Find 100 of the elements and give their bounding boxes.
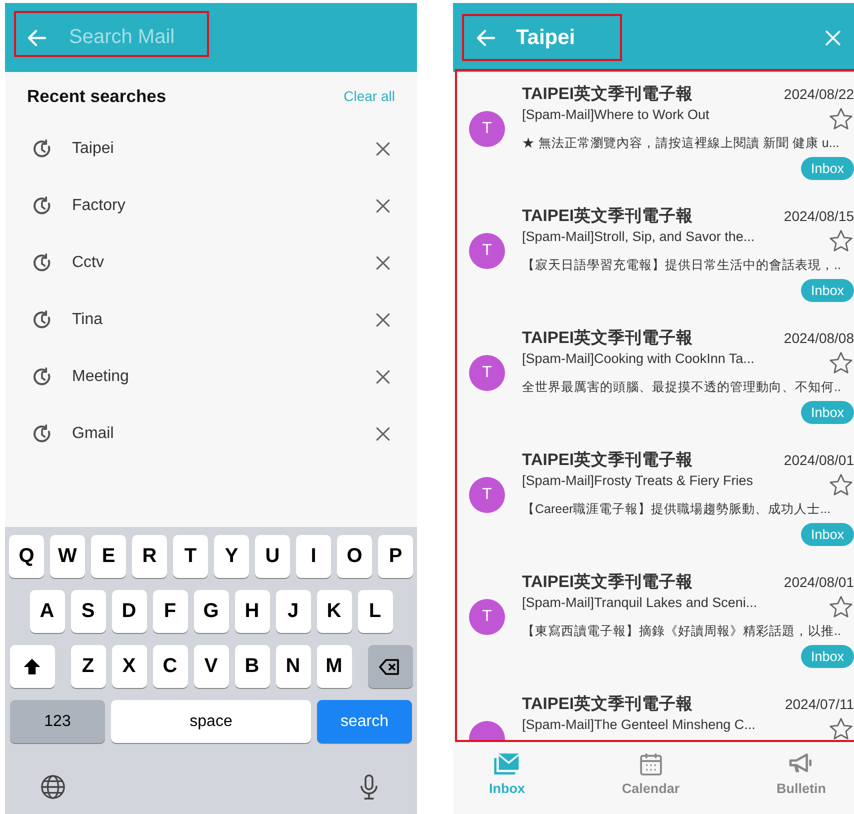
recent-search-item[interactable]: Tina [5,291,417,348]
recent-search-item[interactable]: Meeting [5,348,417,405]
search-field[interactable]: Search Mail [67,25,371,50]
star-button[interactable] [828,594,854,620]
key[interactable]: Q [9,535,44,578]
key[interactable]: L [358,590,392,633]
folder-tag: Inbox [800,279,854,302]
sender-name: TAIPEI英文季刊電子報 [522,84,693,105]
key[interactable]: J [276,590,310,633]
mail-subject: [Spam-Mail]Stroll, Sip, and Savor the... [522,229,755,246]
search-term: Factory [72,196,126,214]
mail-item[interactable]: T TAIPEI英文季刊電子報 2024/08/01 [Spam-Mail]Tranquil Lakes and Sceni... 【東寫西讀電子報】摘錄《好讀周報》精彩話題，以推.. Inbox [461,560,854,682]
history-icon [31,366,53,388]
star-icon [828,716,854,742]
search-term: Taipei [72,140,115,158]
sender-name: TAIPEI英文季刊電子報 [522,694,693,715]
folder-tag: Inbox [800,523,854,546]
key[interactable]: V [194,645,228,688]
star-button[interactable] [828,106,854,132]
mail-preview: 【東寫西讀電子報】摘錄《好讀周報》精彩話題，以推.. [522,623,842,640]
key[interactable]: T [173,535,208,578]
folder-tag: Inbox [800,157,854,180]
folder-tag: Inbox [800,645,854,668]
mail-date: 2024/08/08 [784,330,854,346]
key[interactable]: I [296,535,331,578]
key[interactable]: K [316,590,352,633]
mail-date: 2024/08/01 [784,574,854,590]
recent-search-item[interactable]: Cctv [5,234,417,291]
key[interactable]: H [234,590,270,633]
sender-name: TAIPEI英文季刊電子報 [522,572,693,593]
key[interactable]: F [152,590,188,633]
key[interactable]: N [276,645,310,688]
space-key[interactable]: space [111,700,311,743]
mail-subject: [Spam-Mail]Cooking with CookInn Ta... [522,351,754,368]
mail-date: 2024/08/22 [784,86,854,102]
mail-date: 2024/08/15 [784,208,854,224]
globe-icon [39,773,67,801]
star-button[interactable] [828,350,854,376]
star-button[interactable] [828,472,854,498]
avatar: T [469,355,505,391]
key[interactable]: W [50,535,85,578]
mail-item[interactable]: T TAIPEI英文季刊電子報 2024/08/22 [Spam-Mail]Where to Work Out ★ 無法正常瀏覽內容，請按這裡線上閱讀 新聞 健康 u... Inbox [461,72,854,194]
avatar: T [469,233,505,269]
folder-tag: Inbox [800,401,854,424]
key[interactable]: U [255,535,290,578]
mail-subject: [Spam-Mail]The Genteel Minsheng C... [522,717,756,734]
mail-item[interactable]: T TAIPEI英文季刊電子報 2024/08/15 [Spam-Mail]Stroll, Sip, and Savor the... 【寂天日語學習充電報】提供日常生活中的會話表現，.. Inbox [461,194,854,316]
key[interactable]: C [152,645,188,688]
mail-item[interactable]: T TAIPEI英文季刊電子報 2024/08/08 [Spam-Mail]Cooking with CookInn Ta... 全世界最厲害的頭腦、最捉摸不透的管理動向、不知何.. Inbox [461,316,854,438]
recent-search-item[interactable]: Taipei [5,120,417,177]
shift-key[interactable] [10,645,54,688]
search-term: Gmail [72,424,115,442]
key[interactable]: B [234,645,270,688]
avatar: T [469,111,505,147]
key[interactable]: X [112,645,146,688]
star-icon [828,228,854,254]
mail-date: 2024/08/01 [784,452,854,468]
key[interactable]: Z [70,645,106,688]
avatar: T [469,477,505,513]
delete-key[interactable] [368,645,412,688]
history-icon [31,138,53,160]
key[interactable]: R [132,535,167,578]
key[interactable]: Y [214,535,249,578]
globe-button[interactable] [39,773,67,801]
mail-preview: 全世界最厲害的頭腦、最捉摸不透的管理動向、不知何.. [522,379,842,396]
key[interactable]: P [378,535,413,578]
star-icon [828,350,854,376]
numbers-key[interactable]: 123 [10,700,105,743]
search-key[interactable]: search [317,700,412,743]
history-icon [31,194,53,216]
star-icon [828,106,854,132]
key[interactable]: G [194,590,228,633]
section-title: Recent searches [27,86,166,106]
key[interactable]: D [112,590,146,633]
sender-name: TAIPEI英文季刊電子報 [522,328,693,349]
key[interactable]: A [30,590,64,633]
mail-subject: [Spam-Mail]Where to Work Out [522,107,710,124]
mail-subject: [Spam-Mail]Tranquil Lakes and Sceni... [522,595,758,612]
star-icon [828,594,854,620]
mail-preview: ★ 無法正常瀏覽內容，請按這裡線上閱讀 新聞 健康 u... [522,135,840,152]
mail-preview: 【寂天日語學習充電報】提供日常生活中的會話表現，.. [522,257,842,274]
history-icon [31,422,53,444]
mail-item[interactable]: T TAIPEI英文季刊電子報 2024/08/01 [Spam-Mail]Frosty Treats & Fiery Fries 【Career職涯電子報】提供職場趨勢脈動、成功人士... Inbox [461,438,854,560]
key[interactable]: O [337,535,372,578]
recent-search-item[interactable]: Factory [5,177,417,234]
key[interactable]: S [70,590,106,633]
search-term: Cctv [72,254,105,272]
sender-name: TAIPEI英文季刊電子報 [522,206,693,227]
mail-subject: [Spam-Mail]Frosty Treats & Fiery Fries [522,473,754,490]
history-icon [31,252,53,274]
mail-date: 2024/07/11 [784,696,854,712]
key[interactable]: E [91,535,126,578]
star-button[interactable] [828,716,854,742]
avatar: T [469,599,505,635]
star-button[interactable] [828,228,854,254]
history-icon [31,308,53,330]
recent-search-item[interactable]: Gmail [5,405,417,462]
key[interactable]: M [316,645,352,688]
mail-preview: 【Career職涯電子報】提供職場趨勢脈動、成功人士... [522,501,832,518]
search-term: Tina [72,310,104,328]
